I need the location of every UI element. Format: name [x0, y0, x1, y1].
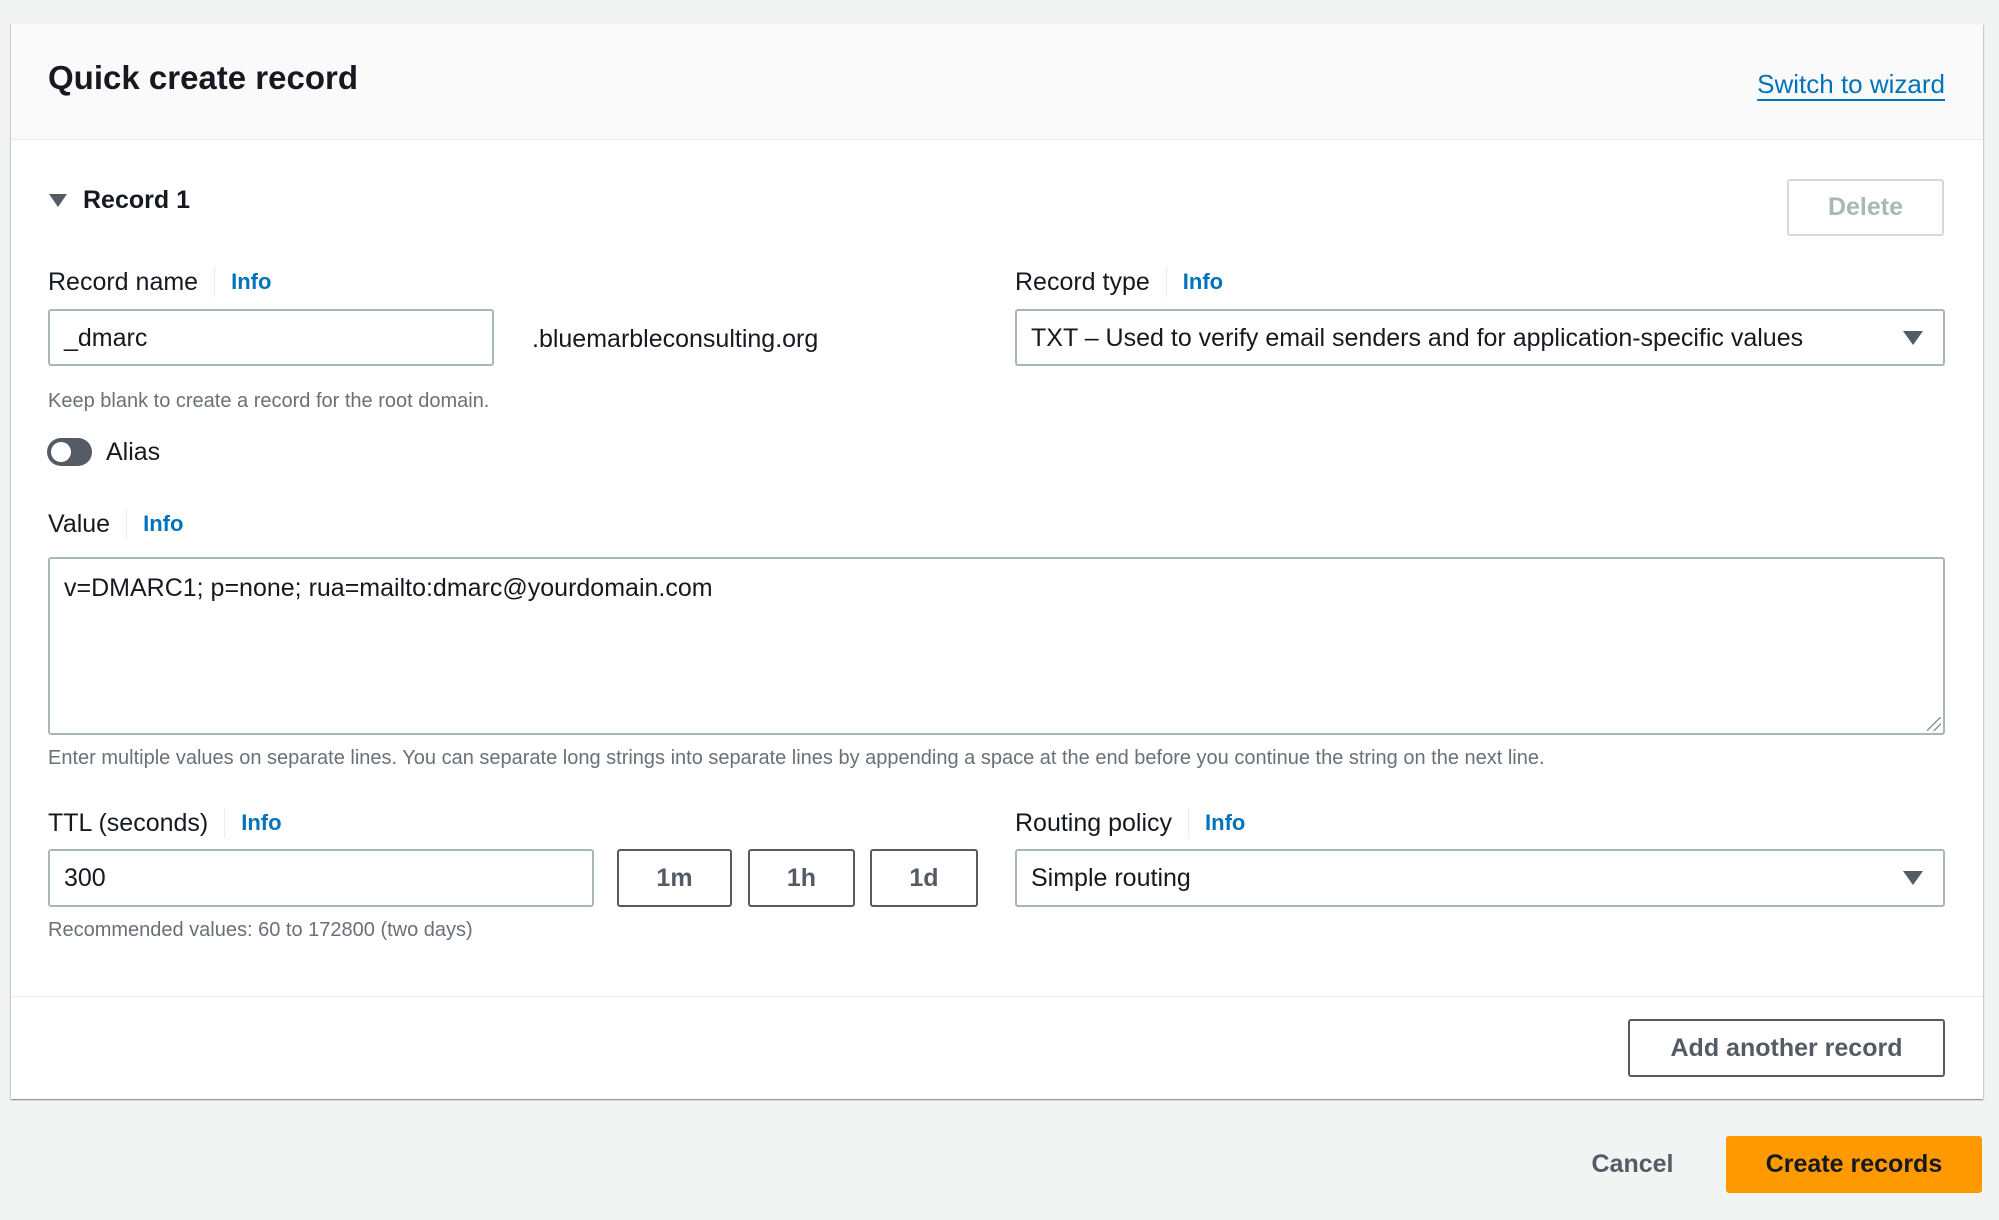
routing-policy-select[interactable]: Simple routing [1015, 849, 1945, 907]
cancel-button[interactable]: Cancel [1575, 1136, 1690, 1193]
value-info-link[interactable]: Info [143, 511, 183, 537]
record-name-label: Record name [48, 268, 199, 296]
record-type-select[interactable]: TXT – Used to verify email senders and f… [1015, 309, 1945, 366]
routing-policy-label-row: Routing policy Info [1015, 807, 1245, 839]
alias-label: Alias [106, 438, 161, 466]
label-divider [214, 267, 216, 297]
caret-down-icon [1903, 330, 1923, 345]
caret-down-icon [1903, 871, 1923, 885]
caret-down-icon [49, 193, 67, 207]
routing-policy-info-link[interactable]: Info [1205, 810, 1245, 836]
record-name-helper: Keep blank to create a record for the ro… [48, 390, 490, 412]
ttl-info-link[interactable]: Info [241, 810, 281, 836]
record-name-info-link[interactable]: Info [231, 269, 271, 295]
domain-suffix: .bluemarbleconsulting.org [532, 325, 819, 353]
switch-to-wizard-link[interactable]: Switch to wizard [1757, 68, 1945, 100]
value-label-row: Value Info [48, 508, 183, 540]
ttl-1h-button[interactable]: 1h [748, 849, 855, 907]
toggle-knob [51, 442, 71, 462]
record-type-info-link[interactable]: Info [1183, 269, 1223, 295]
quick-create-panel: Quick create record Switch to wizard Rec… [11, 24, 1983, 1099]
record-1-heading: Record 1 [83, 186, 190, 214]
footer-divider [11, 996, 1983, 997]
value-textarea[interactable]: v=DMARC1; p=none; rua=mailto:dmarc@yourd… [48, 557, 1945, 735]
delete-record-button[interactable]: Delete [1787, 179, 1944, 236]
add-another-record-button[interactable]: Add another record [1628, 1019, 1945, 1077]
ttl-input[interactable]: 300 [48, 849, 594, 907]
panel-header: Quick create record Switch to wizard [11, 24, 1983, 140]
ttl-1d-button[interactable]: 1d [870, 849, 978, 907]
record-name-label-row: Record name Info [48, 266, 271, 298]
resize-handle[interactable] [1927, 717, 1941, 731]
label-divider [1165, 267, 1167, 297]
routing-policy-selected: Simple routing [1031, 864, 1191, 892]
value-helper: Enter multiple values on separate lines.… [48, 747, 1545, 769]
record-1-expander[interactable]: Record 1 [49, 184, 190, 216]
label-divider [224, 808, 226, 838]
ttl-helper: Recommended values: 60 to 172800 (two da… [48, 919, 473, 941]
value-text: v=DMARC1; p=none; rua=mailto:dmarc@yourd… [64, 574, 713, 602]
create-records-button[interactable]: Create records [1726, 1136, 1982, 1193]
record-type-label: Record type [1015, 268, 1150, 296]
record-type-label-row: Record type Info [1015, 266, 1223, 298]
ttl-value: 300 [64, 864, 106, 892]
page-title: Quick create record [48, 59, 358, 96]
ttl-label: TTL (seconds) [48, 809, 209, 837]
routing-policy-label: Routing policy [1015, 809, 1173, 837]
record-name-input[interactable]: _dmarc [48, 309, 494, 366]
alias-toggle[interactable] [47, 438, 92, 466]
ttl-1m-button[interactable]: 1m [617, 849, 732, 907]
ttl-label-row: TTL (seconds) Info [48, 807, 282, 839]
label-divider [1188, 808, 1190, 838]
record-type-selected: TXT – Used to verify email senders and f… [1031, 323, 1804, 352]
record-name-value: _dmarc [64, 323, 148, 352]
value-label: Value [48, 510, 111, 538]
label-divider [126, 509, 128, 539]
